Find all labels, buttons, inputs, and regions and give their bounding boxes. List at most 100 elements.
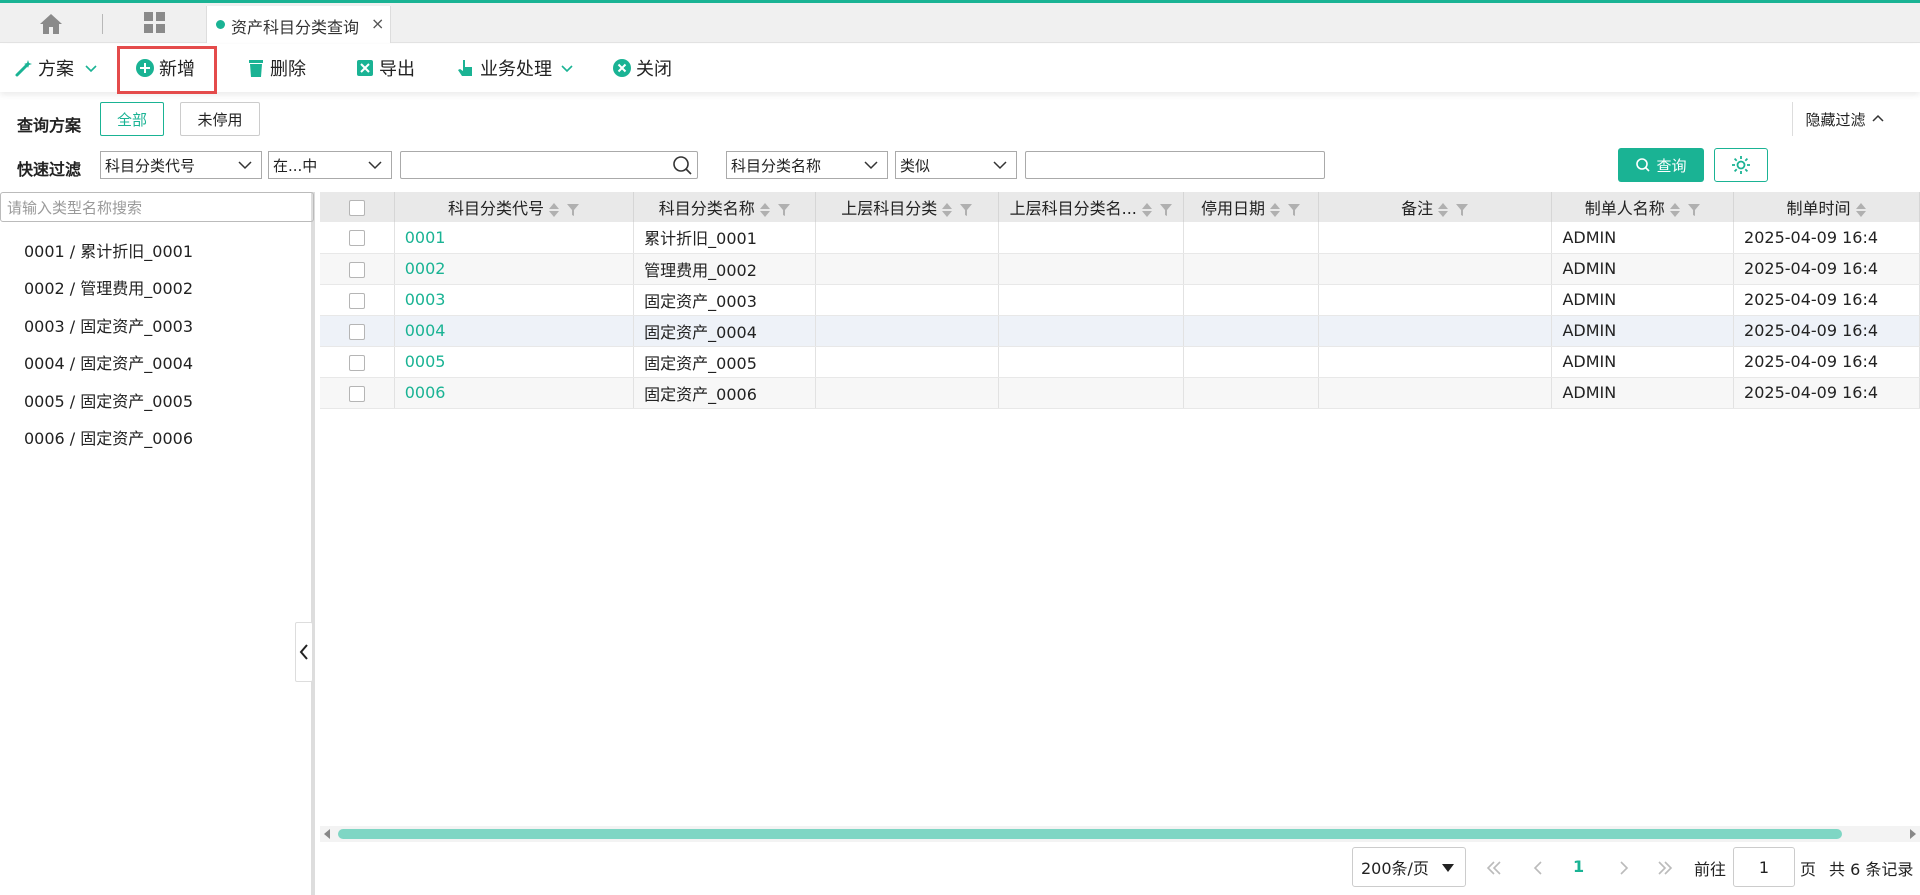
sort-icon[interactable] xyxy=(1669,201,1681,219)
horizontal-scrollbar[interactable] xyxy=(320,826,1920,842)
goto-page-input[interactable]: 1 xyxy=(1733,847,1795,887)
sort-icon[interactable] xyxy=(1437,201,1449,219)
filter-icon[interactable] xyxy=(959,203,973,217)
tree-search-input[interactable]: 请输入类型名称搜索 xyxy=(0,192,314,222)
apps-grid-icon[interactable] xyxy=(142,10,168,36)
next-page-icon[interactable] xyxy=(1614,858,1634,878)
row-checkbox[interactable] xyxy=(348,261,365,278)
cell-remark xyxy=(1318,284,1553,316)
tree-item[interactable]: 0002 / 管理费用_0002 xyxy=(24,275,193,299)
table-row[interactable]: 0002 管理费用_0002 ADMIN 2025-04-09 16:4 xyxy=(320,253,1920,285)
chevron-up-icon xyxy=(1871,114,1884,122)
page-size-select[interactable]: 200条/页 xyxy=(1352,847,1466,887)
sort-icon[interactable] xyxy=(1269,201,1281,219)
export-button[interactable]: 导出 xyxy=(355,54,415,82)
column-header[interactable]: 制单时间 xyxy=(1733,192,1920,222)
row-checkbox[interactable] xyxy=(348,292,365,309)
tab-asset-category-query[interactable]: 资产科目分类查询 × xyxy=(206,6,391,43)
cell-code-link[interactable]: 0003 xyxy=(394,284,635,316)
filter-icon[interactable] xyxy=(566,203,580,217)
sort-icon[interactable] xyxy=(941,201,953,219)
search-icon[interactable] xyxy=(671,154,693,176)
tree-item[interactable]: 0001 / 累计折旧_0001 xyxy=(24,238,193,262)
business-button[interactable]: 业务处理 xyxy=(456,54,580,82)
column-header[interactable]: 制单人名称 xyxy=(1551,192,1735,222)
plan-label: 方案 xyxy=(38,59,74,80)
query-button[interactable]: 查询 xyxy=(1618,148,1704,182)
tab-close-icon[interactable]: × xyxy=(371,14,384,33)
filter-icon[interactable] xyxy=(1287,203,1301,217)
scrollbar-thumb[interactable] xyxy=(338,829,1842,839)
table-row[interactable]: 0004 固定资产_0004 ADMIN 2025-04-09 16:4 xyxy=(320,315,1920,347)
first-page-icon[interactable] xyxy=(1484,858,1504,878)
column-header[interactable]: 停用日期 xyxy=(1183,192,1319,222)
cell-created-time: 2025-04-09 16:4 xyxy=(1733,284,1920,316)
prev-page-icon[interactable] xyxy=(1528,858,1548,878)
filter-field1-select[interactable]: 科目分类代号 xyxy=(100,151,262,179)
plan-all-button[interactable]: 全部 xyxy=(100,102,164,136)
table-row[interactable]: 0005 固定资产_0005 ADMIN 2025-04-09 16:4 xyxy=(320,346,1920,378)
sort-icon[interactable] xyxy=(1141,201,1153,219)
scroll-right-arrow-icon[interactable] xyxy=(1908,829,1918,839)
hide-filter-button[interactable]: 隐藏过滤 xyxy=(1792,102,1898,136)
cell-remark xyxy=(1318,346,1553,378)
row-checkbox[interactable] xyxy=(348,385,365,402)
filter-value1-input[interactable] xyxy=(400,151,698,179)
current-page-number[interactable]: 1 xyxy=(1573,857,1584,876)
row-checkbox[interactable] xyxy=(348,323,365,340)
row-checkbox[interactable] xyxy=(348,230,365,247)
plan-not-disabled-button[interactable]: 未停用 xyxy=(180,102,260,136)
cell-code-link[interactable]: 0001 xyxy=(394,222,635,254)
cell-code-link[interactable]: 0002 xyxy=(394,253,635,285)
plan-button[interactable]: 方案 xyxy=(14,54,104,82)
cell-creator: ADMIN xyxy=(1551,377,1735,409)
chevron-down-icon xyxy=(368,161,382,170)
collapse-panel-button[interactable] xyxy=(295,622,313,682)
table-row[interactable]: 0001 累计折旧_0001 ADMIN 2025-04-09 16:4 xyxy=(320,222,1920,254)
table-row[interactable]: 0003 固定资产_0003 ADMIN 2025-04-09 16:4 xyxy=(320,284,1920,316)
select-all-cell xyxy=(320,192,395,222)
delete-button[interactable]: 删除 xyxy=(246,54,306,82)
tree-item[interactable]: 0004 / 固定资产_0004 xyxy=(24,350,193,374)
column-header[interactable]: 备注 xyxy=(1318,192,1553,222)
home-icon[interactable] xyxy=(38,12,64,36)
close-button[interactable]: 关闭 xyxy=(612,54,672,82)
tree-item[interactable]: 0006 / 固定资产_0006 xyxy=(24,425,193,449)
chevron-down-icon xyxy=(993,161,1007,170)
total-records: 共 6 条记录 xyxy=(1829,860,1914,879)
column-header[interactable]: 上层科目分类 xyxy=(815,192,1000,222)
row-checkbox[interactable] xyxy=(348,354,365,371)
cell-parent xyxy=(815,346,1000,378)
cell-created-time: 2025-04-09 16:4 xyxy=(1733,222,1920,254)
sort-icon[interactable] xyxy=(759,201,771,219)
table-row[interactable]: 0006 固定资产_0006 ADMIN 2025-04-09 16:4 xyxy=(320,377,1920,409)
business-label: 业务处理 xyxy=(480,59,552,80)
filter-field2-select[interactable]: 科目分类名称 xyxy=(726,151,888,179)
filter-icon[interactable] xyxy=(1687,203,1701,217)
tree-item[interactable]: 0003 / 固定资产_0003 xyxy=(24,313,193,337)
cell-creator: ADMIN xyxy=(1551,315,1735,347)
filter-icon[interactable] xyxy=(1455,203,1469,217)
cell-name: 固定资产_0006 xyxy=(633,377,817,409)
cell-code-link[interactable]: 0005 xyxy=(394,346,635,378)
select-all-checkbox[interactable] xyxy=(348,200,365,216)
last-page-icon[interactable] xyxy=(1655,858,1675,878)
hide-filter-label: 隐藏过滤 xyxy=(1805,110,1866,129)
column-header[interactable]: 上层科目分类名... xyxy=(998,192,1185,222)
settings-button[interactable] xyxy=(1714,148,1768,182)
sort-icon[interactable] xyxy=(1855,201,1867,219)
column-header[interactable]: 科目分类名称 xyxy=(633,192,817,222)
cell-code-link[interactable]: 0006 xyxy=(394,377,635,409)
filter-value2-input[interactable] xyxy=(1025,151,1325,179)
tree-item[interactable]: 0005 / 固定资产_0005 xyxy=(24,388,193,412)
cell-code-link[interactable]: 0004 xyxy=(394,315,635,347)
table-header-row: 科目分类代号 科目分类名称 上层科目分类 上层科目分类名... 停用日期 备注 … xyxy=(320,192,1920,222)
sort-icon[interactable] xyxy=(548,201,560,219)
filter-op1-select[interactable]: 在...中 xyxy=(268,151,392,179)
filter-op2-select[interactable]: 类似 xyxy=(895,151,1017,179)
column-header[interactable]: 科目分类代号 xyxy=(394,192,635,222)
scroll-left-arrow-icon[interactable] xyxy=(322,829,332,839)
close-circle-icon xyxy=(613,59,631,77)
filter-icon[interactable] xyxy=(1159,203,1173,217)
filter-icon[interactable] xyxy=(777,203,791,217)
